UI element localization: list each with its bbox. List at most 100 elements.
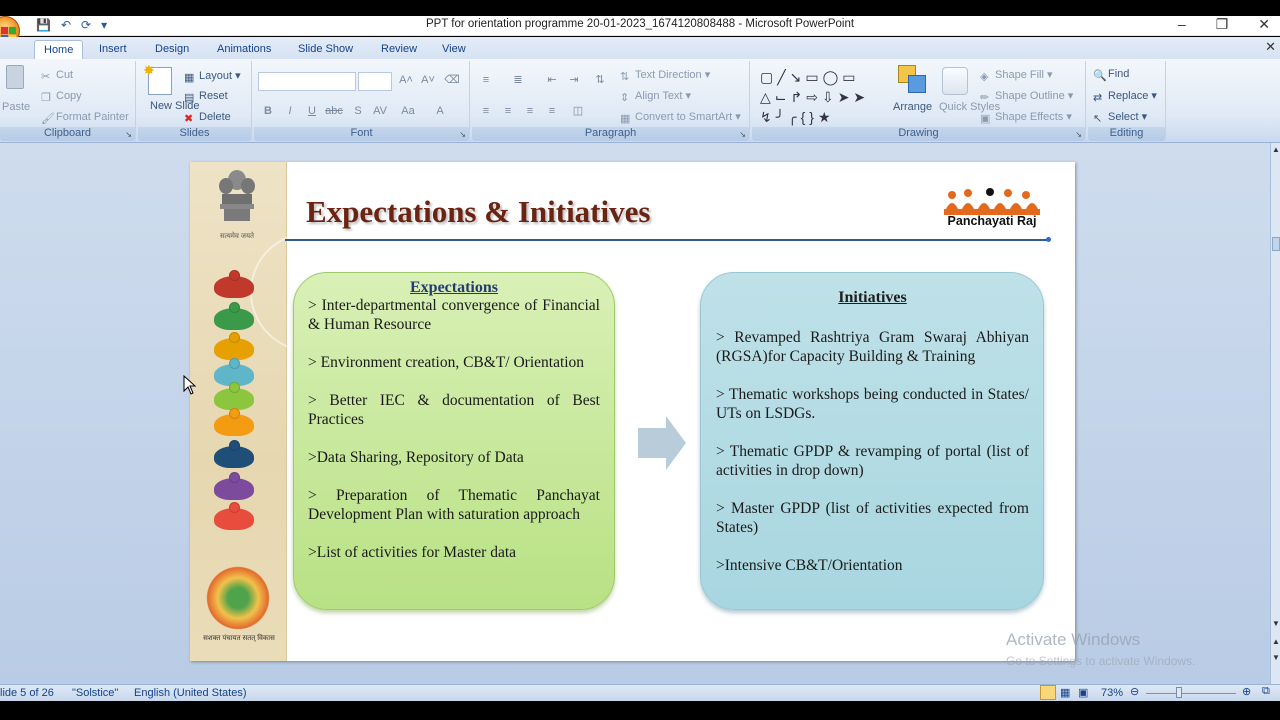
expectation-item: >Data Sharing, Repository of Data (308, 449, 524, 466)
slide-canvas[interactable]: सत्यमेव जयते सशक्त पंचायत सतत् विकास Exp… (190, 162, 1075, 661)
shape-outline-button[interactable]: ✏ Shape Outline ▾ (980, 89, 1073, 104)
reset-button[interactable]: ▤ Reset (184, 90, 228, 104)
expectation-item: > Preparation of Thematic Panchayat Deve… (308, 487, 600, 523)
numbering-icon[interactable]: ≣ (508, 71, 528, 89)
scroll-down-icon[interactable]: ▼ (1272, 619, 1280, 628)
font-color-icon[interactable]: A (430, 102, 450, 120)
clipboard-group: Paste ✂ Cut ❐ Copy 🖌Format Painter Clipboa… (0, 61, 136, 141)
village-figure-icon (214, 270, 254, 298)
tab-animations[interactable]: Animations (208, 40, 280, 59)
initiative-item: > Master GPDP (list of activities expect… (716, 500, 1029, 536)
language-indicator[interactable]: English (United States) (134, 687, 247, 699)
select-button[interactable]: ↖ Select ▾ (1093, 110, 1147, 125)
drawing-launcher-icon[interactable]: ↘ (1075, 130, 1082, 139)
tab-insert[interactable]: Insert (90, 40, 136, 59)
save-icon[interactable]: 💾 (36, 18, 51, 32)
slide-show-view-icon[interactable]: ▣ (1078, 686, 1088, 699)
copy-button[interactable]: ❐ Copy (41, 90, 82, 104)
clear-formatting-icon[interactable]: ⌫ (442, 71, 462, 89)
select-cursor-icon: ↖ (1093, 113, 1103, 125)
format-painter-button[interactable]: 🖌Format Painter (41, 111, 129, 125)
tab-design[interactable]: Design (146, 40, 198, 59)
expectations-box[interactable]: Expectations > Inter-departmental conver… (293, 272, 615, 610)
previous-slide-icon[interactable]: ▲ (1272, 637, 1280, 646)
justify-icon[interactable]: ≡ (542, 102, 562, 120)
text-direction-button[interactable]: ⇅ Text Direction ▾ (620, 68, 710, 83)
right-arrow-icon[interactable] (638, 416, 686, 470)
align-center-icon[interactable]: ≡ (498, 102, 518, 120)
font-launcher-icon[interactable]: ↘ (459, 130, 466, 139)
align-right-icon[interactable]: ≡ (520, 102, 540, 120)
text-shadow-icon[interactable]: S (348, 102, 368, 120)
fit-to-window-icon[interactable]: ⧉ (1262, 685, 1270, 698)
bullets-icon[interactable]: ≡ (476, 71, 496, 89)
zoom-slider-thumb[interactable] (1176, 687, 1182, 698)
italic-icon[interactable]: I (280, 102, 300, 120)
align-text-button[interactable]: ⇕ Align Text ▾ (620, 89, 691, 104)
maximize-icon[interactable]: ❐ (1216, 16, 1229, 33)
title-underline (285, 237, 1051, 242)
arrange-button[interactable]: Arrange (893, 101, 932, 113)
font-name-combo[interactable] (258, 72, 356, 91)
clipboard-launcher-icon[interactable]: ↘ (125, 130, 132, 139)
paste-icon (6, 65, 24, 89)
increase-indent-icon[interactable]: ⇥ (564, 71, 584, 89)
slide-title[interactable]: Expectations & Initiatives (306, 194, 650, 230)
scroll-up-icon[interactable]: ▲ (1272, 145, 1280, 154)
tab-slide-show[interactable]: Slide Show (289, 40, 362, 59)
next-slide-icon[interactable]: ▼ (1272, 653, 1280, 662)
activate-windows-hint: Go to Settings to activate Windows. (1006, 654, 1196, 668)
bottom-logo-caption: सशक्त पंचायत सतत् विकास (203, 635, 275, 642)
change-case-icon[interactable]: Aa (398, 102, 418, 120)
shrink-font-icon[interactable]: A˅ (418, 71, 438, 89)
underline-icon[interactable]: U (302, 102, 322, 120)
tab-review[interactable]: Review (372, 40, 426, 59)
minimize-icon[interactable]: – (1178, 16, 1186, 33)
scroll-thumb[interactable] (1272, 237, 1280, 251)
font-size-combo[interactable] (358, 72, 392, 91)
find-button[interactable]: 🔍Find (1093, 68, 1129, 82)
decrease-indent-icon[interactable]: ⇤ (542, 71, 562, 89)
cut-button[interactable]: ✂ Cut (41, 69, 73, 83)
character-spacing-icon[interactable]: AV (370, 102, 390, 120)
slide-counter: lide 5 of 26 (0, 687, 54, 699)
close-document-icon[interactable]: ✕ (1265, 39, 1276, 55)
quick-styles-icon (942, 67, 968, 95)
undo-icon[interactable]: ↶ (61, 18, 71, 32)
expectation-item: >List of activities for Master data (308, 544, 517, 561)
initiative-item: > Thematic GPDP & revamping of portal (l… (716, 443, 1029, 479)
zoom-level[interactable]: 73% (1101, 687, 1123, 699)
grow-font-icon[interactable]: A˄ (396, 71, 416, 89)
line-spacing-icon[interactable]: ⇅ (590, 71, 610, 89)
layout-button[interactable]: ▦ Layout ▾ (184, 69, 241, 84)
slides-group-label: Slides (138, 127, 251, 141)
shapes-gallery[interactable]: ▢╱↘▭◯▭ △⌙↱⇨⇩➤➤ ↯╯╭{}★ (760, 67, 882, 125)
shape-effects-button[interactable]: ▣ Shape Effects ▾ (980, 110, 1072, 125)
vertical-scrollbar[interactable]: ▲ ▼ ▲ ▼ (1270, 143, 1280, 684)
replace-button[interactable]: ⇄ Replace ▾ (1093, 89, 1157, 104)
initiatives-box[interactable]: Initiatives > Revamped Rashtriya Gram Sw… (700, 272, 1044, 610)
paste-button[interactable]: Paste (2, 101, 30, 113)
shape-fill-button[interactable]: ◈ Shape Fill ▾ (980, 68, 1053, 83)
delete-button[interactable]: ✖ Delete (184, 111, 231, 125)
zoom-slider-track[interactable] (1146, 693, 1236, 694)
strikethrough-icon[interactable]: abc (324, 102, 344, 120)
screen-bottom-border (0, 701, 1280, 720)
customize-qat-icon[interactable]: ▾ (101, 18, 107, 32)
close-icon[interactable]: ✕ (1258, 16, 1270, 33)
normal-view-icon[interactable] (1040, 685, 1056, 700)
convert-smartart-button[interactable]: ▦ Convert to SmartArt ▾ (620, 110, 741, 125)
redo-icon[interactable]: ⟳ (81, 18, 91, 32)
paragraph-group-label: Paragraph (472, 127, 749, 141)
bold-icon[interactable]: B (258, 102, 278, 120)
tab-home[interactable]: Home (34, 40, 84, 59)
paragraph-launcher-icon[interactable]: ↘ (739, 130, 746, 139)
zoom-out-icon[interactable]: ⊖ (1130, 685, 1139, 698)
zoom-in-icon[interactable]: ⊕ (1242, 685, 1251, 698)
align-left-icon[interactable]: ≡ (476, 102, 496, 120)
expectations-heading: Expectations (410, 279, 498, 296)
columns-icon[interactable]: ◫ (568, 102, 588, 120)
smartart-icon: ▦ (620, 113, 631, 125)
slide-sorter-icon[interactable]: ▦ (1060, 686, 1070, 699)
tab-view[interactable]: View (433, 40, 475, 59)
